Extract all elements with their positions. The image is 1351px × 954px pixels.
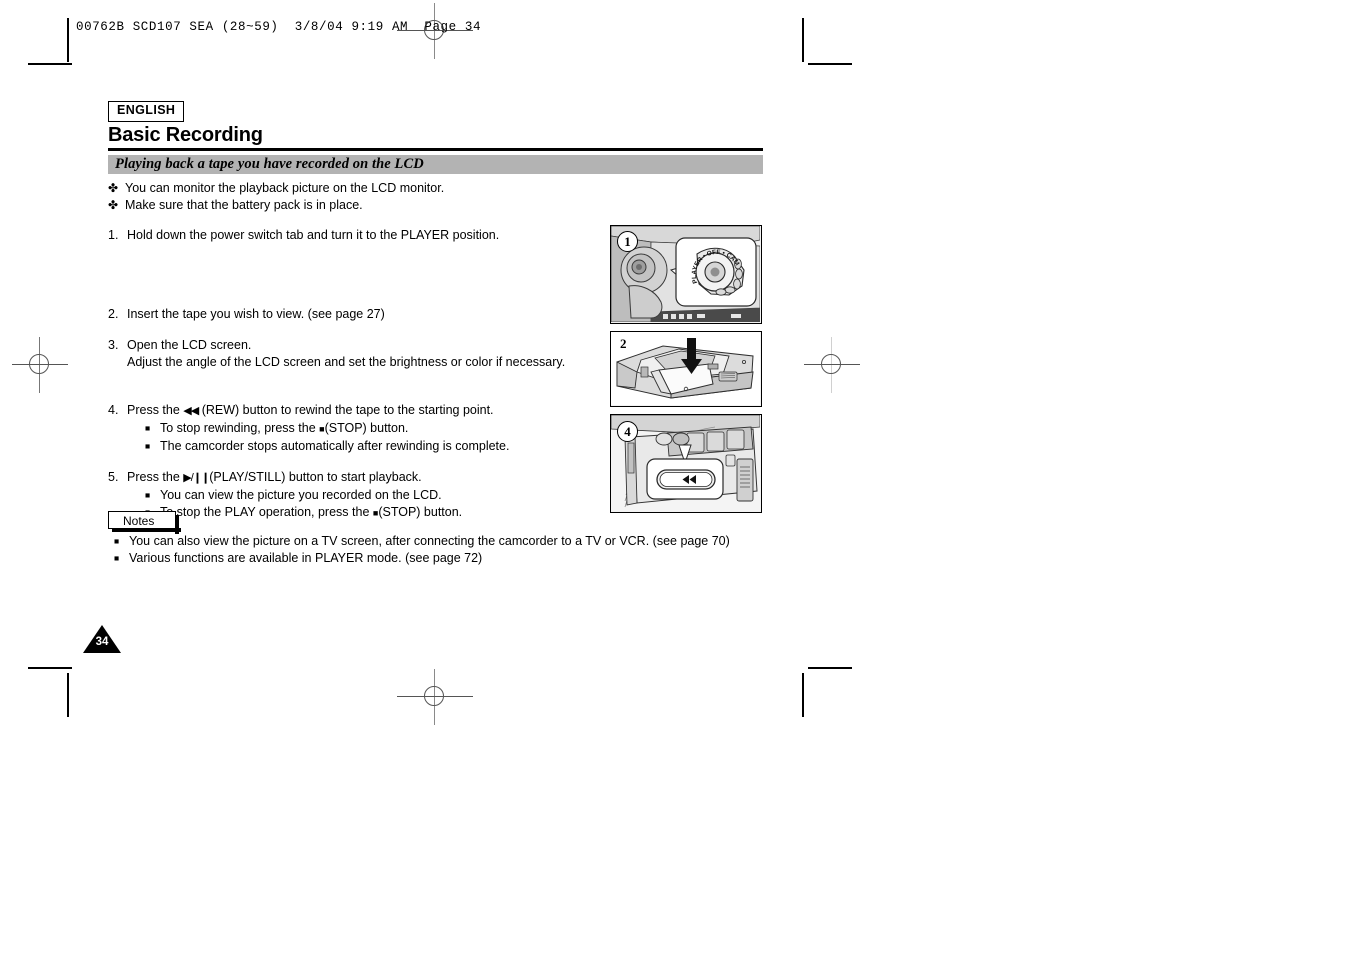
step-number: 2. [108, 307, 119, 321]
square-bullet-icon: ■ [114, 553, 120, 563]
list-item-text: You can view the picture you recorded on… [160, 488, 442, 502]
section-heading-label: Playing back a tape you have recorded on… [115, 156, 424, 172]
step-spacer [108, 371, 608, 402]
list-item-text-post: (STOP) button. [378, 505, 463, 519]
square-bullet-icon: ■ [114, 536, 120, 546]
figure-2-illustration [611, 332, 760, 405]
square-bullet-icon: ■ [145, 441, 151, 451]
figure-1-number-badge: 1 [617, 231, 638, 252]
list-item-text: You can monitor the playback picture on … [125, 181, 445, 195]
step-spacer [108, 244, 608, 306]
club-bullet-icon: ✤ [108, 198, 119, 212]
procedure-step-list: 1. Hold down the power switch tab and tu… [108, 227, 608, 522]
figure-number: 1 [624, 233, 631, 249]
club-bullet-icon: ✤ [108, 181, 119, 195]
figure-number: 4 [624, 423, 631, 439]
list-item: ✤ Make sure that the battery pack is in … [108, 197, 748, 213]
step-number: 5. [108, 470, 119, 484]
section-heading-bar: Playing back a tape you have recorded on… [108, 155, 763, 174]
step-spacer [108, 455, 608, 469]
step-number: 4. [108, 403, 119, 417]
list-item-text-pre: To stop rewinding, press the [160, 421, 316, 435]
list-item-text: Make sure that the battery pack is in pl… [125, 198, 363, 212]
list-item-text-pre: To stop the PLAY operation, press the [160, 505, 370, 519]
step-text: Insert the tape you wish to view. (see p… [127, 307, 385, 321]
manual-page: ENGLISH Basic Recording Playing back a t… [0, 0, 1351, 954]
page-number: 34 [95, 636, 109, 648]
rewind-icon: ◀◀ [183, 405, 199, 417]
notes-box-shadow-bottom [112, 528, 181, 532]
figure-4-rew-button: 4 [610, 414, 762, 513]
step-text-suffix: (REW) button to rewind the tape to the s… [201, 403, 494, 417]
list-item: ■ You can also view the picture on a TV … [108, 533, 748, 550]
list-item: ✤ You can monitor the playback picture o… [108, 180, 748, 196]
square-bullet-icon: ■ [145, 490, 151, 500]
list-item: ■ Various functions are available in PLA… [108, 550, 748, 567]
notes-label: Notes [123, 514, 155, 528]
procedure-step-1: 1. Hold down the power switch tab and tu… [108, 227, 608, 244]
list-item-text: Various functions are available in PLAYE… [129, 551, 483, 565]
notes-label-box: Notes [108, 511, 181, 534]
step-text-suffix: (PLAY/STILL) button to start playback. [209, 470, 422, 484]
step-text-prefix: Press the [127, 403, 180, 417]
square-bullet-icon: ■ [145, 423, 151, 433]
list-item: ■ The camcorder stops automatically afte… [127, 438, 608, 455]
figure-2-tape-insertion: 2 [610, 331, 762, 407]
figure-4-number-badge: 4 [617, 421, 638, 442]
procedure-step-5: 5. Press the ▶/❙❙(PLAY/STILL) button to … [108, 469, 608, 522]
list-item-text-post: (STOP) button. [324, 421, 409, 435]
step-number: 3. [108, 338, 119, 352]
step-text: Open the LCD screen. [127, 338, 252, 352]
intro-bullet-list: ✤ You can monitor the playback picture o… [108, 180, 748, 214]
language-badge: ENGLISH [108, 101, 185, 122]
list-item: ■ To stop rewinding, press the ■(STOP) b… [127, 420, 608, 438]
list-item-text: To stop the PLAY operation, press the ■(… [160, 504, 462, 522]
step-text: Press the ▶/❙❙(PLAY/STILL) button to sta… [127, 469, 608, 487]
step-text: Hold down the power switch tab and turn … [127, 228, 500, 242]
list-item-text: The camcorder stops automatically after … [160, 439, 510, 453]
play-still-icon: ▶/❙❙ [183, 472, 210, 484]
step-number: 1. [108, 228, 119, 242]
list-item-text: You can also view the picture on a TV sc… [129, 534, 730, 548]
list-item: ■ You can view the picture you recorded … [127, 487, 608, 504]
step-text-prefix: Press the [127, 470, 180, 484]
procedure-step-3: 3. Open the LCD screen. Adjust the angle… [108, 337, 608, 371]
step-spacer [108, 323, 608, 337]
step-text: Press the ◀◀ (REW) button to rewind the … [127, 402, 608, 420]
list-item: ■ To stop the PLAY operation, press the … [127, 504, 608, 522]
page-title: Basic Recording [108, 124, 263, 146]
figure-2-number: 2 [620, 336, 627, 351]
procedure-step-4: 4. Press the ◀◀ (REW) button to rewind t… [108, 402, 608, 455]
figure-1-power-switch: PLAYER • OFF • CAMERA 1 [610, 225, 762, 324]
procedure-step-2: 2. Insert the tape you wish to view. (se… [108, 306, 608, 323]
step-text-continuation: Adjust the angle of the LCD screen and s… [127, 355, 566, 369]
list-item-text: To stop rewinding, press the ■(STOP) but… [160, 420, 408, 438]
language-badge-label: ENGLISH [117, 103, 176, 117]
notes-list: ■ You can also view the picture on a TV … [108, 533, 748, 567]
title-divider [108, 148, 763, 151]
